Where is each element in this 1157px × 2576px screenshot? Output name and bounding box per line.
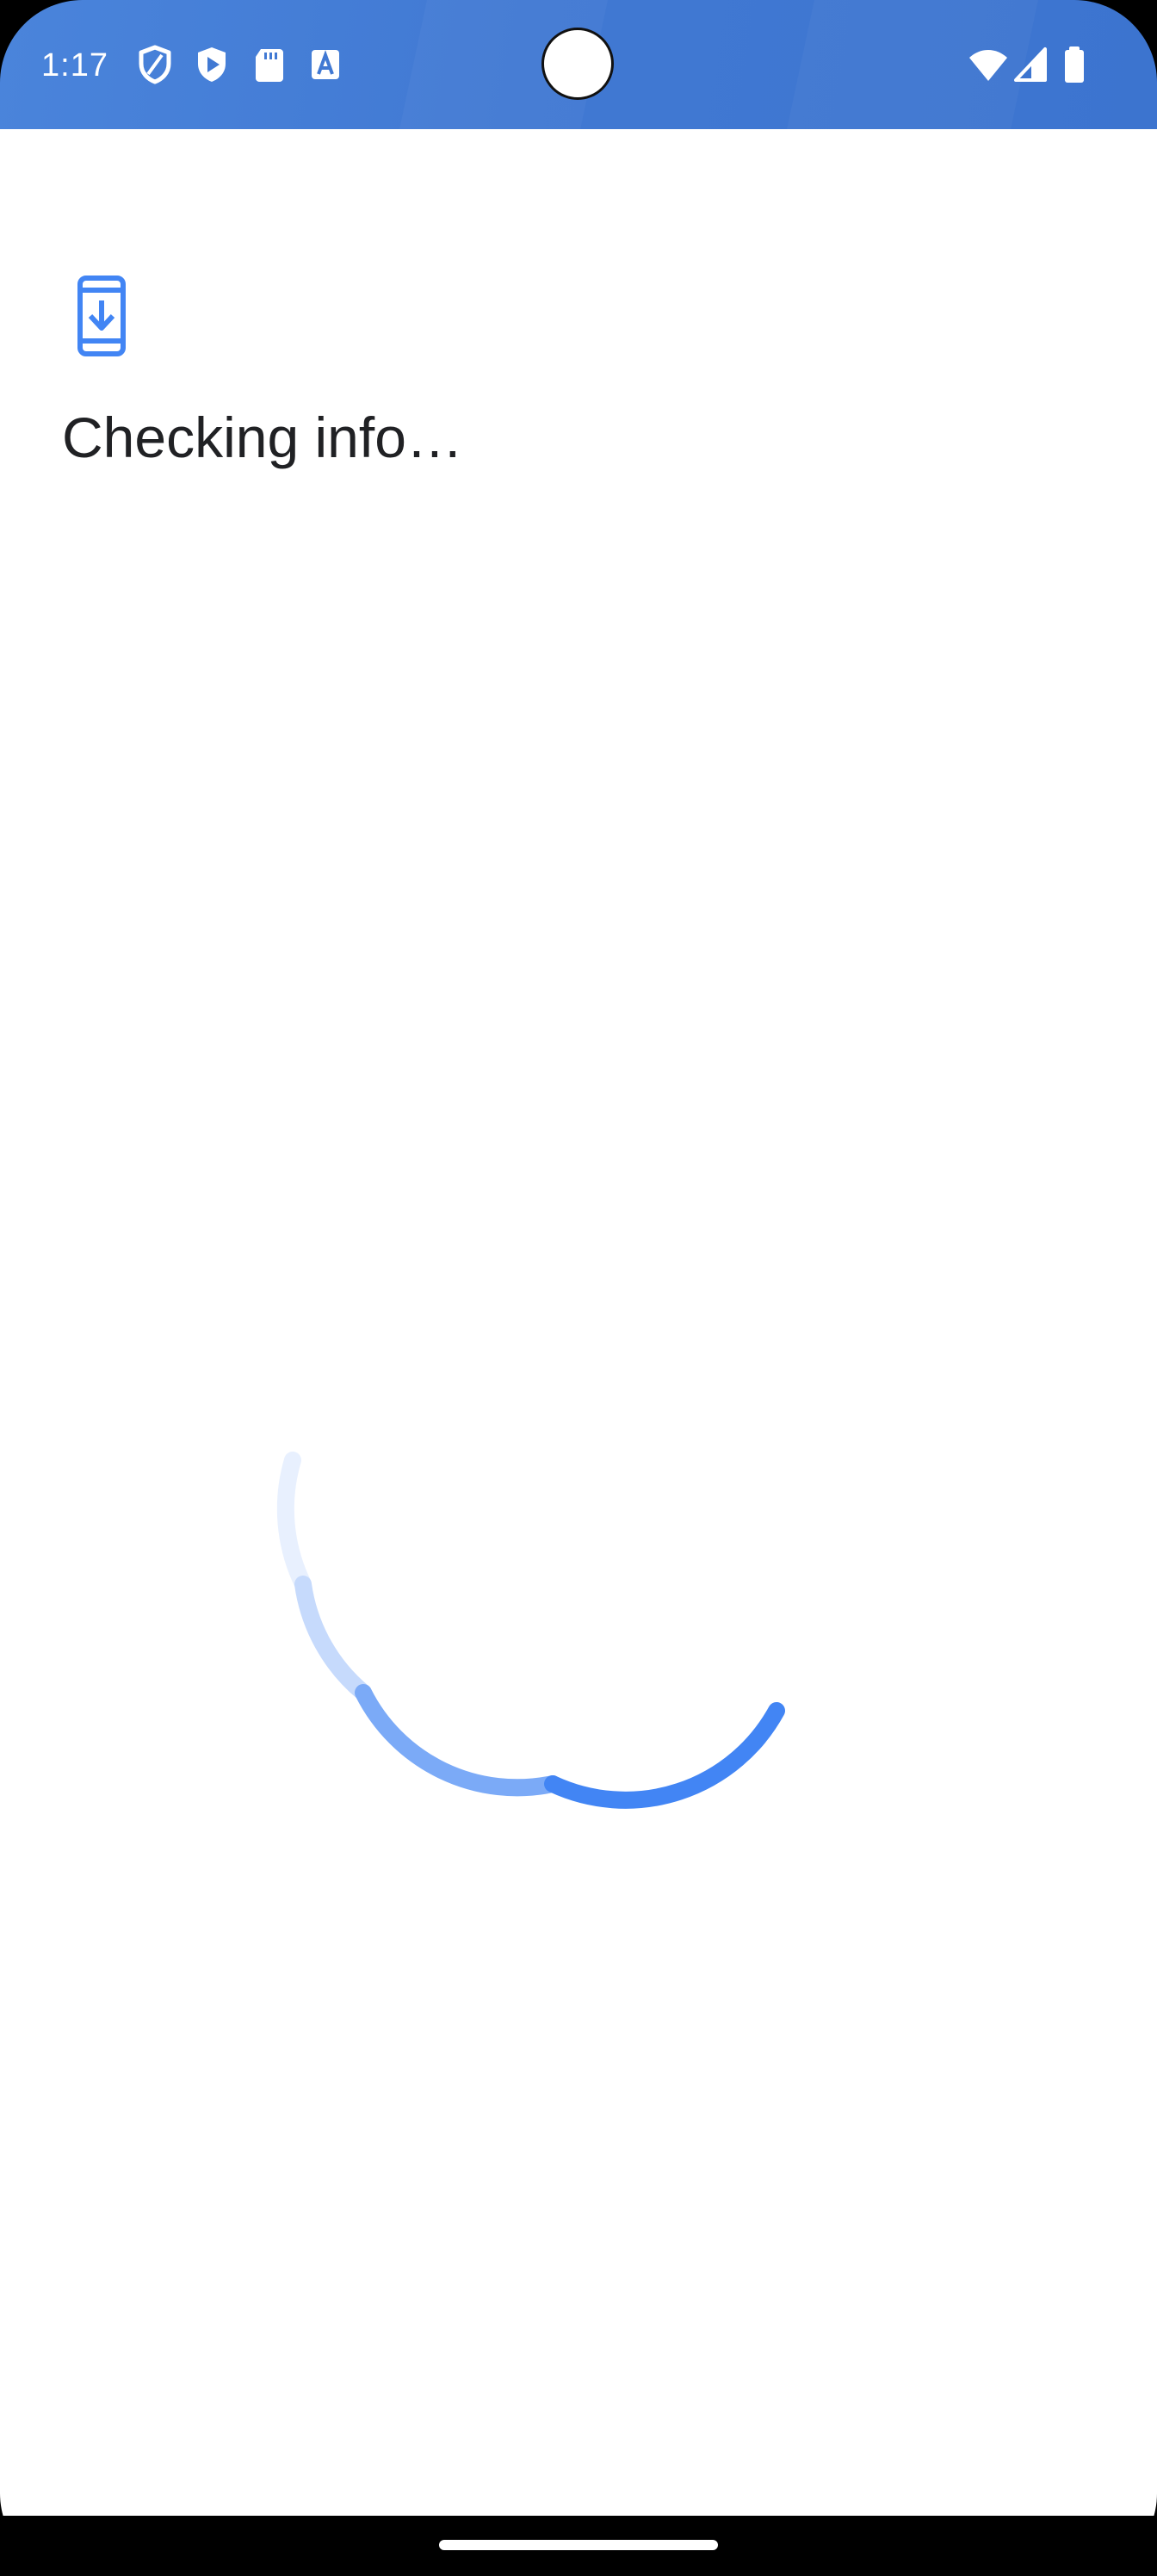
signal-icon <box>1014 47 1047 82</box>
page-title: Checking info… <box>62 406 463 469</box>
sd-card-icon <box>256 49 283 82</box>
loading-spinner <box>276 1452 785 1809</box>
status-time: 1:17 <box>41 47 108 84</box>
camera-cutout <box>541 28 614 100</box>
play-protect-icon <box>198 47 226 82</box>
shield-icon <box>139 45 171 84</box>
wifi-icon <box>969 50 1007 81</box>
battery-icon <box>1065 46 1084 83</box>
text-app-icon <box>312 50 339 79</box>
phone-download-icon <box>77 276 126 356</box>
device-frame: 1:17 Checking info… <box>0 0 1157 2576</box>
status-bar: 1:17 <box>0 0 1157 129</box>
main-screen: Checking info… <box>0 129 1157 2516</box>
home-gesture-handle[interactable] <box>439 2540 718 2550</box>
